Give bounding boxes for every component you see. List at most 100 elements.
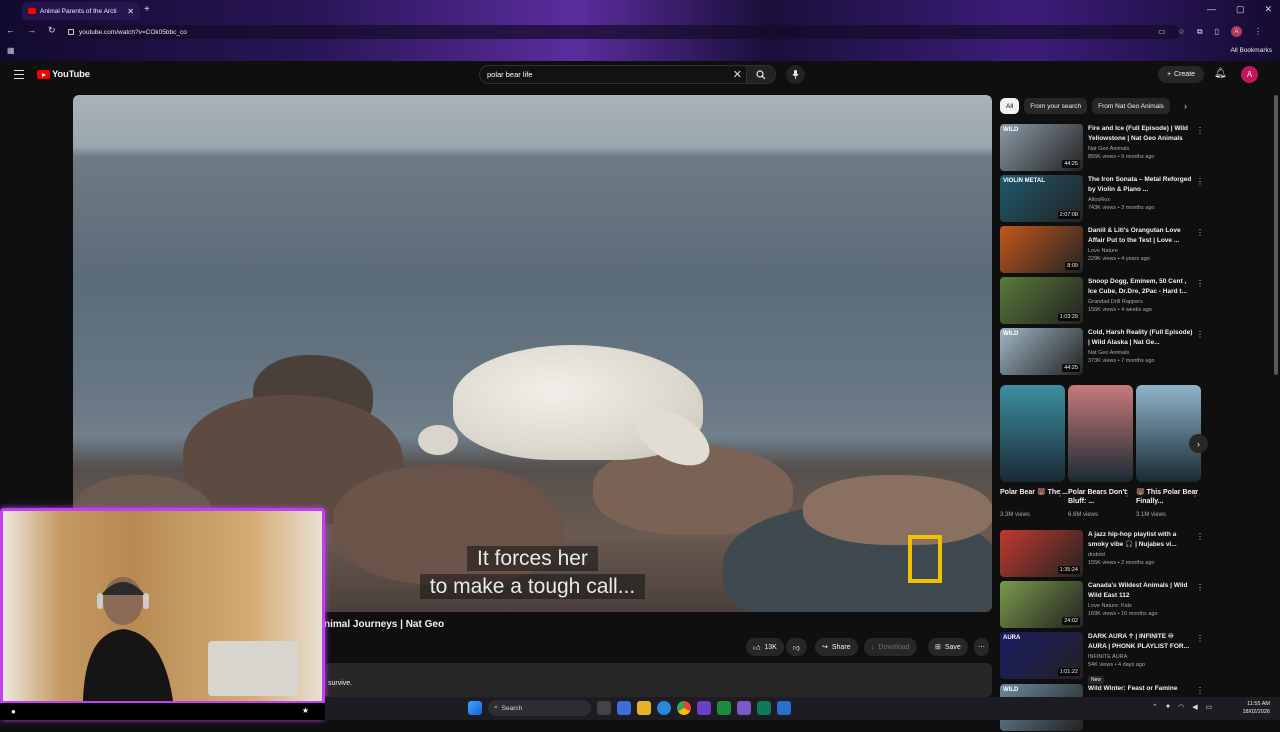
rec-title[interactable]: Cold, Harsh Reality (Full Episode) | Wil… [1088,328,1193,347]
chips-next-icon[interactable]: › [1184,101,1187,111]
short-menu-icon[interactable]: ⋮ [1056,489,1064,498]
short-thumb-3[interactable] [1136,385,1201,482]
video-thumbnail[interactable]: AURA 1:01:22 [1000,632,1083,679]
copilot-icon[interactable] [617,701,631,715]
dislike-button[interactable]: 👎︎ [785,638,807,656]
rec-title[interactable]: DARK AURA ☥ | INFINITE ♾ AURA | PHONK PL… [1088,632,1193,651]
video-thumbnail[interactable]: 24:02 [1000,581,1083,628]
like-button[interactable]: 👍︎ 13K [746,638,784,656]
rec-title[interactable]: Wild Winter: Feast or Famine [1088,684,1193,694]
download-button[interactable]: ↓ Download [864,638,917,656]
rec-channel[interactable]: Love Nature: Kids [1088,603,1193,609]
scrollbar[interactable] [1274,95,1278,375]
file-explorer-icon[interactable] [637,701,651,715]
rec-channel[interactable]: dndotd [1088,552,1193,558]
cast-icon[interactable]: ▭ [1158,27,1166,36]
search-input[interactable]: polar bear life ✕ [479,65,747,84]
rec-menu-icon[interactable]: ⋮ [1196,126,1204,135]
volume-icon[interactable]: ◀ [1192,703,1197,711]
close-window-icon[interactable]: ✕ [1264,4,1272,15]
rec-menu-icon[interactable]: ⋮ [1196,634,1204,643]
rec-channel[interactable]: AltosRox [1088,197,1193,203]
profile-avatar[interactable]: A [1231,26,1242,37]
clear-search-icon[interactable]: ✕ [733,68,742,81]
video-thumbnail[interactable]: 1:35:24 [1000,530,1083,577]
rec-channel[interactable]: Nat Geo Animals [1088,350,1193,356]
minimize-icon[interactable]: — [1207,4,1216,15]
short-menu-icon[interactable]: ⋮ [1123,489,1131,498]
browser-tab[interactable]: Animal Parents of the Arcti ✕ [22,2,140,20]
rec-title[interactable]: Fire and Ice (Full Episode) | Wild Yello… [1088,124,1193,143]
youtube-logo[interactable]: YouTube [37,69,90,80]
rec-title[interactable]: The Iron Sonata – Metal Reforged by Viol… [1088,175,1193,194]
rec-channel[interactable]: Love Nature [1088,248,1193,254]
recommendation-item[interactable]: 1:35:24 A jazz hip-hop playlist with a sm… [1000,530,1205,578]
more-actions-button[interactable]: ⋯ [974,638,989,656]
steam-icon[interactable] [777,701,791,715]
chip-all[interactable]: All [1000,98,1020,114]
task-view-icon[interactable] [597,701,611,715]
chip-from-nat-geo-animals[interactable]: From Nat Geo Animals [1092,98,1170,114]
edge-icon[interactable] [657,701,671,715]
shorts-next-icon[interactable]: › [1189,434,1208,453]
rec-title[interactable]: Snoop Dogg, Eminem, 50 Cent , Ice Cube, … [1088,277,1193,296]
battery-icon[interactable]: ▭ [1206,703,1213,711]
rec-menu-icon[interactable]: ⋮ [1196,279,1204,288]
rec-title[interactable]: A jazz hip-hop playlist with a smoky vib… [1088,530,1193,549]
rec-channel[interactable]: Grandad Drill Rappers [1088,299,1193,305]
forward-icon[interactable]: → [27,25,36,36]
create-button[interactable]: + Create [1158,66,1204,83]
menu-icon[interactable] [14,70,24,79]
show-hidden-icon[interactable]: ⌃ [1152,703,1158,711]
share-button[interactable]: ↪ Share [815,638,858,656]
start-icon[interactable] [468,701,482,715]
reload-icon[interactable]: ↻ [48,25,56,36]
address-bar[interactable]: youtube.com/watch?v=COk05bbc_co [62,25,1180,39]
short-thumb-1[interactable] [1000,385,1065,482]
site-info-icon[interactable] [68,29,74,35]
obs-icon[interactable] [697,701,711,715]
description-box[interactable]: survive. [324,663,992,697]
recommendation-item[interactable]: 24:02 Canada's Wildest Animals | Wild Wil… [1000,581,1205,629]
rec-menu-icon[interactable]: ⋮ [1196,583,1204,592]
taskbar-search[interactable]: ⌕ Search [488,700,591,716]
short-menu-icon[interactable]: ⋮ [1191,489,1199,498]
notifications-bell-icon[interactable]: 🔔︎ [1214,68,1227,79]
all-bookmarks[interactable]: All Bookmarks [1230,47,1272,54]
video-thumbnail[interactable]: VIOLIN METAL 2:07:08 [1000,175,1083,222]
extensions-icon[interactable]: ⧉ [1197,27,1203,37]
search-button[interactable] [747,65,776,84]
voice-search-button[interactable] [786,65,805,84]
app-icon[interactable] [757,701,771,715]
browser-menu-icon[interactable]: ⋮ [1254,27,1262,36]
rec-title[interactable]: Daniil & Liti's Orangutan Love Affair Pu… [1088,226,1193,245]
rec-title[interactable]: Canada's Wildest Animals | Wild Wild Eas… [1088,581,1193,600]
xbox-icon[interactable] [717,701,731,715]
recommendation-item[interactable]: WILD 44:25 Cold, Harsh Reality (Full Episo… [1000,328,1205,376]
video-thumbnail[interactable]: 1:03:29 [1000,277,1083,324]
rec-menu-icon[interactable]: ⋮ [1196,228,1204,237]
rec-menu-icon[interactable]: ⋮ [1196,330,1204,339]
discord-icon[interactable] [737,701,751,715]
maximize-icon[interactable]: ▢ [1236,4,1245,15]
rec-menu-icon[interactable]: ⋮ [1196,177,1204,186]
close-tab-icon[interactable]: ✕ [127,7,134,16]
recommendation-item[interactable]: 8:09 Daniil & Liti's Orangutan Love Affai… [1000,226,1205,274]
video-thumbnail[interactable]: WILD 44:25 [1000,124,1083,171]
save-button[interactable]: ⊞ Save [928,638,968,656]
rec-channel[interactable]: INFINITE AURA [1088,654,1193,660]
bookmark-star-icon[interactable]: ☆ [1178,27,1185,36]
rec-channel[interactable]: Nat Geo Animals [1088,146,1193,152]
rec-menu-icon[interactable]: ⋮ [1196,532,1204,541]
back-icon[interactable]: ← [6,25,15,36]
short-thumb-2[interactable] [1068,385,1133,482]
apps-grid-icon[interactable]: ▦ [7,46,15,55]
mic-tray-icon[interactable]: ● [1166,703,1170,711]
rec-menu-icon[interactable]: ⋮ [1196,686,1204,695]
recommendation-item[interactable]: VIOLIN METAL 2:07:08 The Iron Sonata – Met… [1000,175,1205,223]
account-avatar[interactable]: A [1241,66,1258,83]
chip-from-your-search[interactable]: From your search [1024,98,1088,114]
wifi-icon[interactable]: ◠ [1178,703,1184,711]
recommendation-item[interactable]: WILD 44:25 Fire and Ice (Full Episode) | W… [1000,124,1205,172]
recommendation-item[interactable]: AURA 1:01:22 DARK AURA ☥ | INFINITE ♾ AURA… [1000,632,1205,684]
